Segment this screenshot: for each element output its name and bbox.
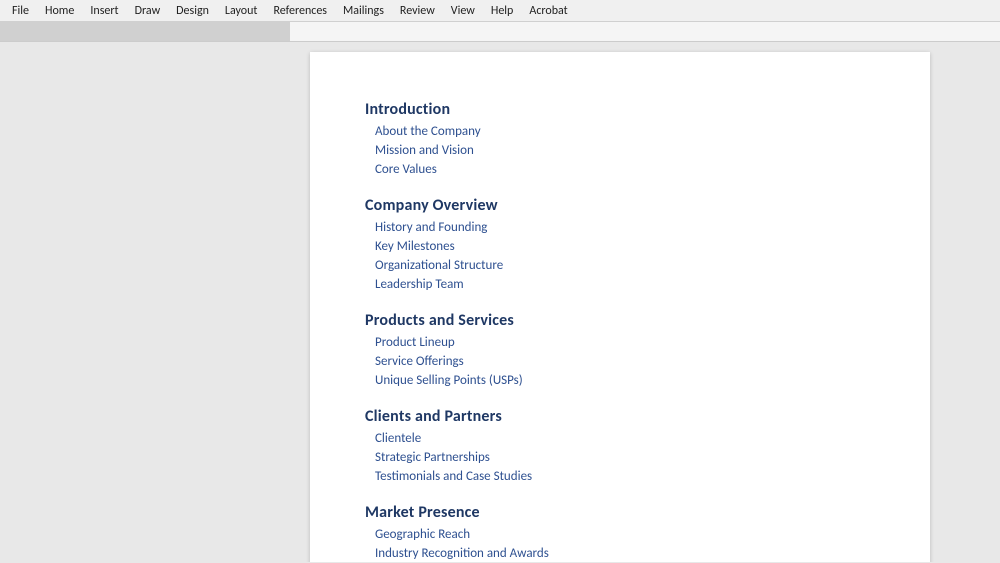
toc-section-3: Clients and Partners Clientele Strategic P… [365,407,875,485]
toc-heading-1: Company Overview [365,196,875,215]
toc-item-0-2[interactable]: Core Values [375,161,875,178]
menu-item-layout[interactable]: Layout [217,2,266,20]
toc-section-0: Introduction About the Company Mission and… [365,100,875,178]
toc-item-2-0[interactable]: Product Lineup [375,334,875,351]
document-page: Introduction About the Company Mission and… [310,52,930,562]
menu-item-insert[interactable]: Insert [82,2,126,20]
toc-heading-3: Clients and Partners [365,407,875,426]
document-area: Introduction About the Company Mission and… [290,42,1000,562]
toc-item-1-2[interactable]: Organizational Structure [375,257,875,274]
toc-section-2: Products and Services Product Lineup Servi… [365,311,875,389]
toc-item-1-3[interactable]: Leadership Team [375,276,875,293]
toc-heading-4: Market Presence [365,503,875,522]
toc-section-4: Market Presence Geographic Reach Industry … [365,503,875,562]
toc-item-3-1[interactable]: Strategic Partnerships [375,449,875,466]
main-area: Introduction About the Company Mission and… [0,42,1000,562]
menu-item-design[interactable]: Design [168,2,217,20]
toc-item-1-0[interactable]: History and Founding [375,219,875,236]
ruler-content [290,22,1000,41]
menu-item-acrobat[interactable]: Acrobat [521,2,575,20]
toc-heading-0: Introduction [365,100,875,119]
menu-item-review[interactable]: Review [392,2,443,20]
menu-item-home[interactable]: Home [37,2,82,20]
menu-item-file[interactable]: File [4,2,37,20]
toc-section-1: Company Overview History and Founding Key … [365,196,875,293]
toc-item-3-2[interactable]: Testimonials and Case Studies [375,468,875,485]
menu-item-help[interactable]: Help [483,2,522,20]
toc-container: Introduction About the Company Mission and… [365,100,875,562]
toc-item-2-1[interactable]: Service Offerings [375,353,875,370]
menu-item-references[interactable]: References [265,2,335,20]
toc-item-2-2[interactable]: Unique Selling Points (USPs) [375,372,875,389]
menu-item-draw[interactable]: Draw [127,2,169,20]
menu-item-view[interactable]: View [443,2,483,20]
sidebar [0,42,290,562]
toc-item-0-0[interactable]: About the Company [375,123,875,140]
toc-item-3-0[interactable]: Clientele [375,430,875,447]
menu-bar: FileHomeInsertDrawDesignLayoutReferences… [0,0,1000,22]
toc-item-4-1[interactable]: Industry Recognition and Awards [375,545,875,562]
menu-item-mailings[interactable]: Mailings [335,2,392,20]
ruler [0,22,1000,42]
toc-item-0-1[interactable]: Mission and Vision [375,142,875,159]
ruler-dark-section [0,22,290,41]
toc-item-1-1[interactable]: Key Milestones [375,238,875,255]
toc-heading-2: Products and Services [365,311,875,330]
toc-item-4-0[interactable]: Geographic Reach [375,526,875,543]
